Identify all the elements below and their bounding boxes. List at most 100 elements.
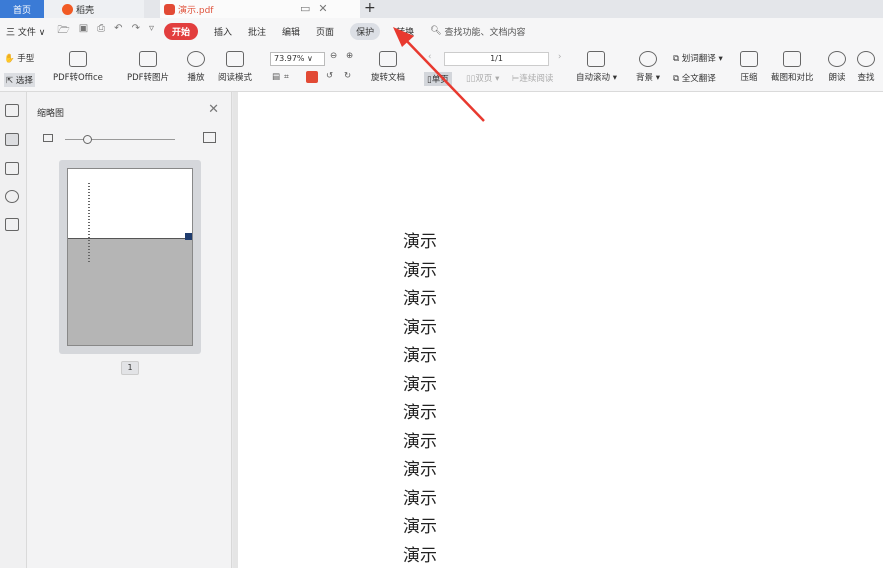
save-icon[interactable]: ▣: [79, 23, 88, 40]
tab-pdf-label: 演示.pdf: [178, 5, 214, 16]
auto-scroll-icon: [587, 51, 606, 67]
menu-comment[interactable]: 批注: [248, 25, 266, 38]
tab-daoke-label: 稻壳: [76, 5, 95, 16]
pdf-to-image-label: PDF转图片: [127, 73, 170, 83]
tab-bar: 首页 稻壳: [0, 0, 883, 18]
monitor-icon[interactable]: ▭: [300, 2, 310, 15]
full-translate-button[interactable]: ⧉ 全文翻译: [673, 72, 716, 84]
thumbnail-page: [67, 168, 193, 346]
read-aloud-label: 朗读: [828, 73, 846, 83]
read-aloud-button[interactable]: 朗读: [828, 51, 846, 83]
single-page-button[interactable]: ▯单页: [424, 72, 452, 86]
view-icons[interactable]: ▤⌗: [272, 72, 293, 82]
search-placeholder: 查找功能、文档内容: [444, 27, 526, 38]
close-icon[interactable]: ✕: [208, 102, 219, 117]
menu-insert[interactable]: 插入: [214, 25, 232, 38]
screenshot-compare-button[interactable]: 截图和对比: [771, 51, 814, 83]
menu-edit[interactable]: 编辑: [282, 25, 300, 38]
signature-icon[interactable]: [5, 218, 19, 231]
hand-label: 手型: [17, 54, 35, 64]
compress-button[interactable]: 压缩: [740, 51, 758, 83]
document-line: 演示: [403, 289, 437, 309]
document-line: 演示: [403, 488, 437, 509]
tab-pdf[interactable]: 演示.pdf: [160, 0, 360, 18]
compress-icon: [740, 51, 758, 67]
thumbnail-resize-handle[interactable]: [185, 233, 192, 240]
document-line: 演示: [403, 517, 437, 537]
read-mode-button[interactable]: 阅读模式: [218, 51, 252, 83]
zoom-in-icon[interactable]: ⊕: [346, 51, 353, 61]
zoom-value: 73.97%: [274, 54, 305, 63]
document-line: 演示: [403, 232, 437, 252]
search-box[interactable]: 🔍︎ 查找功能、文档内容: [430, 25, 525, 38]
document-line: 演示: [403, 545, 437, 566]
rotate-right-icon[interactable]: ↻: [344, 71, 351, 81]
slider-knob[interactable]: [83, 135, 92, 144]
play-button[interactable]: 播放: [187, 51, 205, 83]
screenshot-icon: [783, 51, 802, 67]
document-line: 演示: [403, 460, 437, 480]
rotate-left-icon[interactable]: ↺: [326, 71, 333, 81]
background-button[interactable]: 背景 ▾: [636, 51, 660, 83]
screenshot-compare-label: 截图和对比: [771, 73, 814, 83]
word-translate-label: 划词翻译: [681, 54, 716, 64]
pdf-to-office-icon: [68, 51, 87, 67]
thumbnail-size-slider[interactable]: [43, 132, 223, 146]
document-line: 演示: [403, 374, 437, 395]
slider-track: [65, 139, 175, 140]
thumbnail-text-lines: [88, 183, 90, 263]
quick-access: 🗁 ▣ ⎙ ↶ ↷ ▿: [57, 23, 154, 40]
pdf-to-office-label: PDF转Office: [53, 73, 103, 83]
redo-icon[interactable]: ↷: [132, 23, 140, 40]
pdf-to-image-button[interactable]: PDF转图片: [127, 51, 169, 83]
open-icon[interactable]: 🗁: [57, 23, 69, 40]
word-translate-button[interactable]: ⧉ 划词翻译 ▾: [673, 52, 723, 64]
close-icon[interactable]: ✕: [318, 2, 327, 15]
full-translate-label: 全文翻译: [681, 74, 716, 84]
hand-tool[interactable]: ✋ 手型: [4, 52, 34, 64]
left-rail: [0, 92, 27, 568]
zoom-select[interactable]: 73.97% ∨: [270, 52, 325, 66]
menu-start[interactable]: 开始: [163, 22, 198, 40]
rotate-document-button[interactable]: 旋转文档: [371, 51, 405, 83]
attachment-icon[interactable]: [5, 190, 19, 203]
page-value: 1/1: [490, 54, 503, 63]
zoom-out-icon[interactable]: ⊖: [330, 51, 337, 61]
menu-page[interactable]: 页面: [316, 25, 334, 38]
next-page-icon[interactable]: ›: [558, 52, 561, 62]
document-text: 演示 演示 演示 演示 演示 演示 演示 演示 演示 演示 演示 演示: [403, 228, 437, 568]
pdf-icon: [164, 3, 175, 15]
page-number-input[interactable]: 1/1: [444, 52, 549, 66]
large-image-icon: [203, 132, 216, 143]
pdf-to-office-button[interactable]: PDF转Office: [53, 51, 103, 83]
menu-protect[interactable]: 保护: [350, 22, 381, 40]
fit-page-icon[interactable]: [306, 71, 318, 83]
select-label: 选择: [15, 76, 33, 86]
comment-icon[interactable]: [5, 162, 19, 175]
tab-home[interactable]: 首页: [0, 0, 44, 18]
menu-convert[interactable]: 转换: [396, 25, 414, 38]
prev-page-icon[interactable]: ‹: [428, 52, 431, 62]
single-page-label: 单页: [431, 75, 449, 85]
tab-daoke[interactable]: 稻壳: [44, 0, 144, 18]
dropdown-icon[interactable]: ▿: [149, 23, 154, 40]
bookmark-icon[interactable]: [5, 104, 19, 117]
find-button[interactable]: 查找: [857, 51, 875, 83]
book-icon: [226, 51, 244, 67]
print-icon[interactable]: ⎙: [97, 23, 105, 40]
auto-scroll-button[interactable]: 自动滚动 ▾: [576, 51, 617, 83]
new-tab-button[interactable]: +: [364, 0, 376, 16]
auto-scroll-label: 自动滚动: [576, 73, 611, 83]
file-menu[interactable]: 三 文件 ∨: [6, 25, 45, 38]
undo-icon[interactable]: ↶: [114, 23, 122, 40]
document-area: 演示 演示 演示 演示 演示 演示 演示 演示 演示 演示 演示 演示: [233, 92, 883, 568]
page-thumbnail[interactable]: [59, 160, 201, 354]
continuous-read-button[interactable]: ⊨连续阅读: [512, 72, 553, 84]
select-tool[interactable]: ⇱ 选择: [4, 73, 35, 87]
play-icon: [187, 51, 205, 67]
double-page-button[interactable]: ▯▯双页 ▾: [466, 72, 499, 84]
document-page: 演示 演示 演示 演示 演示 演示 演示 演示 演示 演示 演示 演示: [238, 92, 883, 568]
thumbnail-icon[interactable]: [5, 133, 19, 146]
read-mode-label: 阅读模式: [218, 73, 253, 83]
document-line: 演示: [403, 431, 437, 452]
